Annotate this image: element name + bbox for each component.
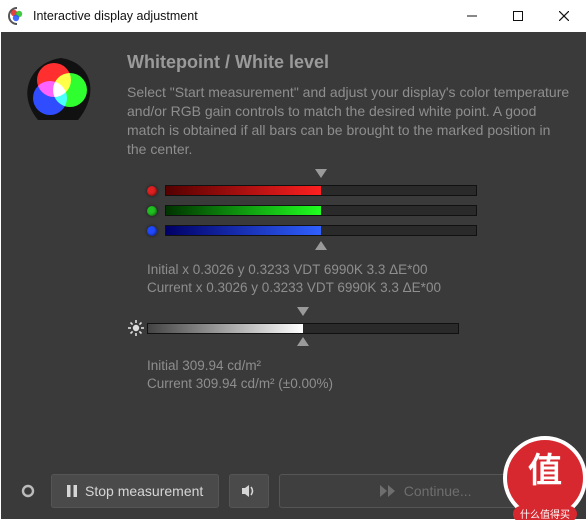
red-dot-icon	[147, 186, 157, 196]
luminance-bar-fill	[148, 324, 303, 333]
lum-target-marker-top-icon	[297, 307, 309, 316]
page-title: Whitepoint / White level	[127, 52, 572, 73]
close-button[interactable]	[541, 0, 587, 32]
whitepoint-initial: Initial x 0.3026 y 0.3233 VDT 6990K 3.3 …	[147, 261, 572, 279]
red-bar	[165, 185, 477, 196]
red-bar-fill	[166, 186, 321, 195]
blue-bar-fill	[166, 226, 321, 235]
minimize-button[interactable]	[449, 0, 495, 32]
window-title: Interactive display adjustment	[33, 9, 198, 23]
titlebar: Interactive display adjustment	[0, 0, 587, 32]
speaker-icon	[241, 484, 257, 498]
luminance-current: Current 309.94 cd/m² (±0.00%)	[147, 375, 572, 393]
loop-indicator-icon[interactable]	[15, 484, 41, 498]
stop-measurement-button[interactable]: Stop measurement	[51, 474, 219, 508]
instructions-text: Select "Start measurement" and adjust yo…	[127, 83, 572, 159]
fast-forward-icon	[380, 485, 396, 497]
whitepoint-current: Current x 0.3026 y 0.3233 VDT 6990K 3.3 …	[147, 279, 572, 297]
continue-button-label: Continue...	[404, 483, 472, 499]
target-marker-bottom-icon	[315, 241, 327, 250]
target-marker-top-icon	[315, 169, 327, 178]
green-bar-fill	[166, 206, 321, 215]
sound-button[interactable]	[229, 474, 269, 508]
stop-button-label: Stop measurement	[85, 483, 203, 499]
continue-button[interactable]: Continue...	[279, 474, 572, 508]
app-icon	[8, 7, 26, 25]
pause-icon	[67, 485, 77, 497]
luminance-block	[127, 307, 572, 349]
blue-bar	[165, 225, 477, 236]
brightness-icon	[127, 319, 145, 337]
luminance-bar	[147, 323, 459, 334]
blue-dot-icon	[147, 226, 157, 236]
rgb-bars	[147, 169, 572, 253]
whitepoint-readings: Initial x 0.3026 y 0.3233 VDT 6990K 3.3 …	[147, 261, 572, 297]
green-bar	[165, 205, 477, 216]
luminance-initial: Initial 309.94 cd/m²	[147, 357, 572, 375]
luminance-readings: Initial 309.94 cd/m² Current 309.94 cd/m…	[147, 357, 572, 393]
lum-target-marker-bottom-icon	[297, 337, 309, 346]
maximize-button[interactable]	[495, 0, 541, 32]
green-dot-icon	[147, 206, 157, 216]
rgb-venn-icon	[15, 52, 107, 159]
